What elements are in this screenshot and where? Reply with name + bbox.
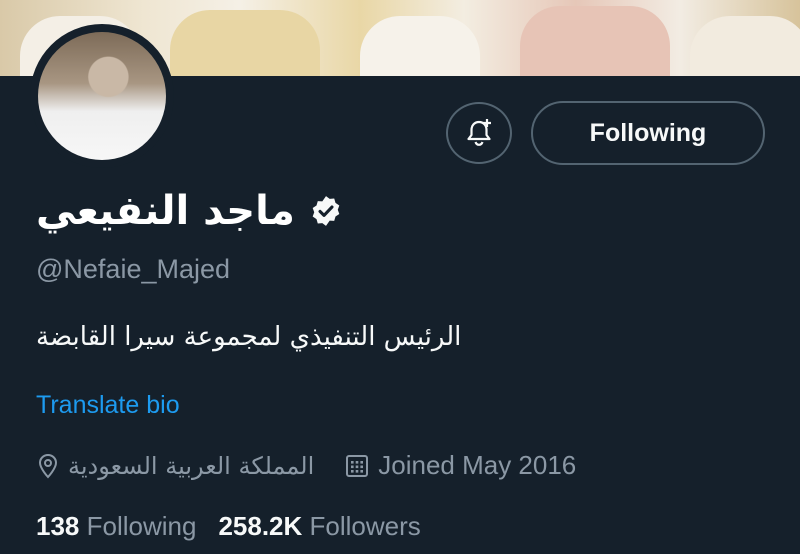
banner-figure: [170, 10, 320, 76]
verified-badge-icon[interactable]: [309, 194, 343, 228]
display-name: ماجد النفيعي: [36, 188, 295, 234]
location-text: المملكة العربية السعودية: [68, 451, 315, 480]
banner-figure: [690, 16, 800, 76]
translate-bio-link[interactable]: Translate bio: [36, 391, 180, 420]
name-row: ماجد النفيعي: [36, 188, 343, 234]
avatar[interactable]: [30, 24, 174, 168]
banner-figure: [520, 6, 670, 76]
following-stat[interactable]: 138 Following: [36, 511, 196, 542]
banner-figure: [360, 16, 480, 76]
followers-count: 258.2K: [218, 511, 303, 541]
location-item: المملكة العربية السعودية: [36, 452, 314, 480]
follow-stats: 138 Following 258.2K Followers: [36, 511, 421, 542]
avatar-photo: [38, 32, 166, 160]
profile-meta: المملكة العربية السعودية Joined May 2016: [36, 450, 606, 481]
following-label: Following: [86, 511, 197, 541]
calendar-icon: [346, 454, 369, 477]
profile-handle: @Nefaie_Majed: [36, 254, 231, 284]
notifications-button[interactable]: [446, 102, 512, 164]
following-count: 138: [36, 511, 80, 541]
followers-label: Followers: [309, 511, 421, 541]
bell-plus-icon: [467, 119, 491, 146]
profile-bio: الرئيس التنفيذي لمجموعة سيرا القابضة: [36, 322, 462, 352]
followers-stat[interactable]: 258.2K Followers: [218, 511, 420, 542]
location-pin-icon: [38, 453, 58, 478]
joined-item: Joined May 2016: [344, 450, 576, 481]
joined-date: Joined May 2016: [378, 450, 577, 480]
following-button[interactable]: Following: [531, 101, 765, 165]
